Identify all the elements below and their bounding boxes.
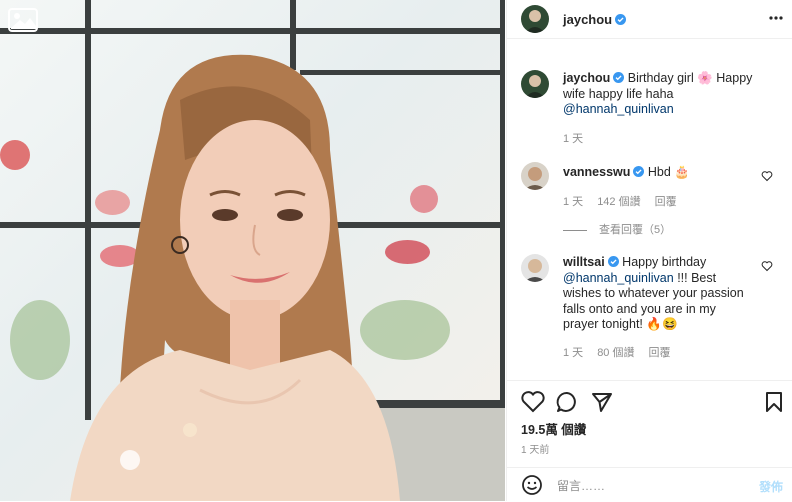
post-sidebar: jaychou jaychou Birthday girl 🌸 Happy wi… [506, 0, 792, 501]
comment-input[interactable] [555, 476, 739, 496]
post-header: jaychou [507, 0, 792, 39]
header-username[interactable]: jaychou [563, 12, 627, 27]
avatar-image [524, 259, 546, 282]
comment-meta: 1 天 80 個讚 回覆 [563, 344, 684, 360]
comment-time: 1 天 [563, 196, 584, 208]
view-replies-label: 查看回覆（5） [599, 224, 672, 236]
post-comment-button[interactable]: 發佈 [759, 478, 783, 495]
avatar-image [525, 10, 545, 33]
caption-avatar[interactable] [521, 70, 549, 98]
comment-text: vannesswu Hbd 🎂 [563, 165, 753, 181]
caption-mention-link[interactable]: @hannah_quinlivan [563, 102, 674, 116]
more-horizontal-icon[interactable] [769, 15, 783, 21]
comment-avatar[interactable] [521, 254, 549, 282]
comment-username[interactable]: willtsai [563, 255, 605, 269]
verified-badge-icon [613, 72, 625, 83]
photo-gallery-icon[interactable] [8, 8, 38, 32]
window-frame [500, 0, 505, 400]
fire-laugh-emoji: 🔥😆 [646, 317, 678, 331]
like-comment-heart-icon[interactable] [761, 260, 773, 272]
comment-likes[interactable]: 142 個讚 [597, 196, 640, 208]
like-heart-icon[interactable] [521, 391, 545, 413]
post-photo[interactable] [0, 0, 505, 501]
avatar-image [525, 75, 545, 98]
bookmark-save-icon[interactable] [764, 391, 784, 413]
woman-portrait [70, 54, 400, 501]
add-comment-bar: 發佈 [507, 467, 792, 502]
comment-meta: 1 天 142 個讚 回覆 [563, 193, 691, 209]
likes-count[interactable]: 19.5萬 個讚 [521, 419, 586, 438]
comment-body-1: Happy birthday [622, 255, 707, 269]
avatar[interactable] [521, 5, 549, 33]
avatar-image [524, 167, 546, 190]
replies-divider [563, 229, 587, 231]
comment-bubble-icon[interactable] [556, 391, 578, 413]
verified-badge-icon [615, 14, 627, 25]
share-send-icon[interactable] [591, 391, 613, 413]
verified-badge-icon [633, 166, 645, 177]
view-replies-button[interactable]: 查看回覆（5） [563, 221, 685, 237]
post-time: 1 天前 [521, 445, 550, 456]
comment-time: 1 天 [563, 347, 584, 359]
reply-button[interactable]: 回覆 [655, 196, 677, 208]
like-comment-heart-icon[interactable] [761, 170, 773, 182]
flower-decoration [410, 185, 438, 213]
comment-username[interactable]: vannesswu [563, 165, 630, 179]
caption-text: jaychou Birthday girl 🌸 Happy wife happy… [563, 71, 753, 118]
verified-badge-icon [607, 256, 619, 267]
reply-button[interactable]: 回覆 [648, 347, 670, 359]
emoji-smiley-icon[interactable] [521, 474, 543, 496]
caption-body-1: Birthday girl [627, 71, 694, 85]
cake-emoji: 🎂 [674, 165, 690, 179]
flower-emoji: 🌸 [697, 71, 713, 85]
comment-likes[interactable]: 80 個讚 [597, 347, 634, 359]
flower-decoration [0, 140, 30, 170]
comment-avatar[interactable] [521, 162, 549, 190]
caption-time: 1 天 [563, 133, 584, 145]
comment-body: Hbd [647, 165, 671, 179]
comment-text: willtsai Happy birthday @hannah_quinliva… [563, 255, 748, 333]
caption-username[interactable]: jaychou [563, 71, 610, 85]
comment-mention-link[interactable]: @hannah_quinlivan [563, 271, 674, 285]
window-frame [0, 28, 505, 34]
